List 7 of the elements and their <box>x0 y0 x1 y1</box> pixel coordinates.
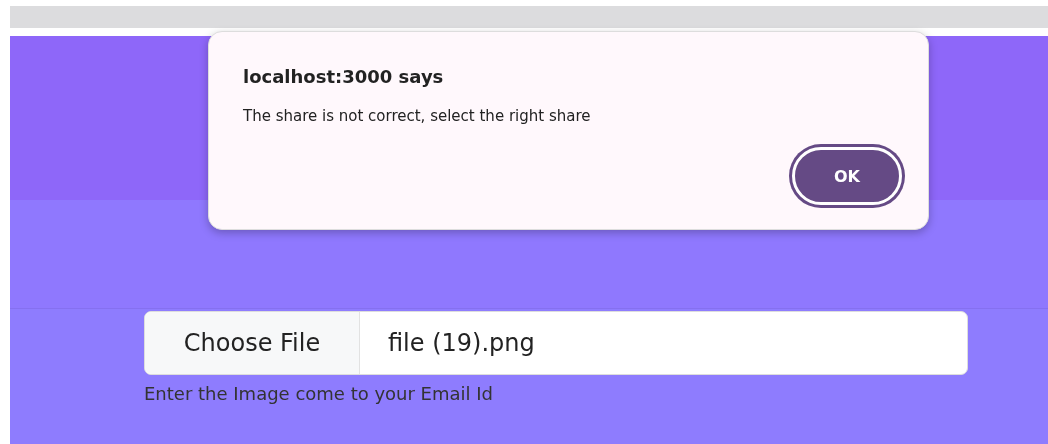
hint-text: Enter the Image come to your Email Id <box>144 383 493 404</box>
ok-button[interactable]: OK <box>792 147 902 205</box>
choose-file-button[interactable]: Choose File <box>145 312 360 374</box>
dialog-title: localhost:3000 says <box>243 66 444 87</box>
file-input[interactable]: Choose File file (19).png <box>144 311 968 375</box>
dialog-message: The share is not correct, select the right share <box>243 107 591 125</box>
file-name: file (19).png <box>387 328 535 359</box>
